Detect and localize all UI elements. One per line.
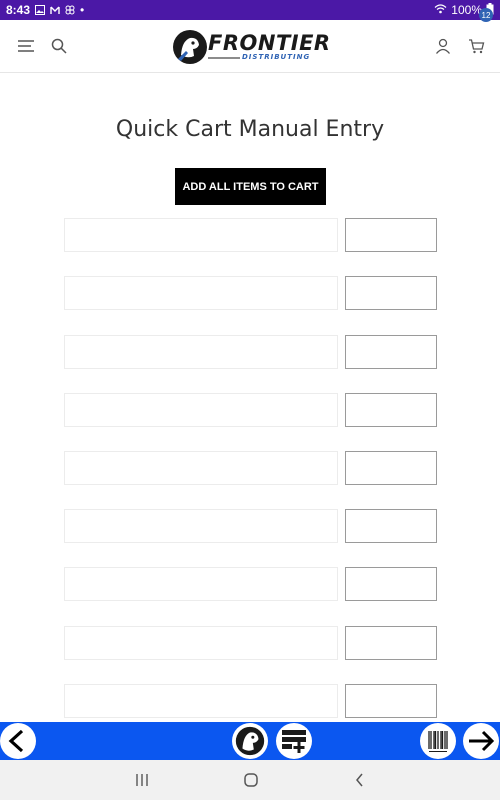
account-button[interactable]: [432, 35, 454, 57]
entry-row: [0, 218, 500, 252]
entry-row: [0, 451, 500, 485]
entry-row: [0, 684, 500, 718]
item-number-input[interactable]: [64, 684, 338, 718]
entry-row: [0, 567, 500, 601]
wifi-icon: [434, 3, 447, 17]
item-number-input[interactable]: [64, 393, 338, 427]
status-left: 8:43 •: [6, 3, 84, 17]
mascot-logo-icon: [173, 30, 207, 64]
quantity-input[interactable]: [345, 276, 437, 310]
quantity-input[interactable]: [345, 393, 437, 427]
mascot-logo-icon: [235, 726, 265, 756]
scan-list-button[interactable]: [276, 723, 312, 759]
barcode-icon: [428, 731, 448, 752]
bottom-toolbar: [0, 722, 500, 760]
entry-row: [0, 509, 500, 543]
search-icon: [51, 38, 67, 54]
back-arrow-button[interactable]: [0, 723, 36, 759]
scan-list-icon: [282, 730, 306, 753]
logo-text: FRONTIER: [208, 31, 331, 55]
page-title: Quick Cart Manual Entry: [115, 117, 385, 142]
cart-icon: [468, 39, 484, 54]
site-header: FRONTIER DISTRIBUTING: [0, 20, 500, 73]
quantity-input[interactable]: [345, 684, 437, 718]
system-back-button[interactable]: [350, 770, 370, 790]
gallery-icon: [35, 5, 46, 15]
quantity-input[interactable]: [345, 451, 437, 485]
menu-icon: [18, 40, 34, 52]
cart-button[interactable]: [465, 35, 487, 57]
cart-count-badge[interactable]: 12: [479, 8, 493, 22]
back-icon: [356, 773, 363, 787]
item-number-input[interactable]: [64, 276, 338, 310]
home-icon: [244, 773, 258, 787]
entry-row: [0, 626, 500, 660]
account-icon: [435, 38, 451, 54]
entry-row: [0, 335, 500, 369]
forward-arrow-icon: [469, 730, 495, 752]
back-arrow-icon: [8, 729, 24, 753]
recent-apps-button[interactable]: [132, 770, 152, 790]
entry-row: [0, 276, 500, 310]
mascot-button[interactable]: [232, 723, 268, 759]
system-nav-bar: [0, 760, 500, 800]
barcode-scan-button[interactable]: [420, 723, 456, 759]
recent-apps-icon: [136, 774, 148, 786]
menu-button[interactable]: [15, 35, 37, 57]
item-number-input[interactable]: [64, 335, 338, 369]
frontier-logo[interactable]: FRONTIER DISTRIBUTING: [172, 27, 330, 67]
logo-subtext: DISTRIBUTING: [242, 53, 311, 61]
status-bar: 8:43 • 100%: [0, 0, 500, 20]
item-number-input[interactable]: [64, 451, 338, 485]
quantity-input[interactable]: [345, 509, 437, 543]
home-button[interactable]: [241, 770, 261, 790]
item-number-input[interactable]: [64, 567, 338, 601]
notification-dot: •: [80, 3, 85, 17]
mail-icon: [50, 5, 60, 15]
item-number-input[interactable]: [64, 218, 338, 252]
quantity-input[interactable]: [345, 218, 437, 252]
forward-arrow-button[interactable]: [463, 723, 499, 759]
quantity-input[interactable]: [345, 567, 437, 601]
add-all-to-cart-button[interactable]: ADD ALL ITEMS TO CART: [175, 168, 326, 205]
status-time: 8:43: [6, 3, 31, 17]
battery-level: 100%: [451, 3, 482, 17]
item-number-input[interactable]: [64, 626, 338, 660]
quantity-input[interactable]: [345, 626, 437, 660]
entry-row: [0, 393, 500, 427]
item-number-input[interactable]: [64, 509, 338, 543]
search-button[interactable]: [48, 35, 70, 57]
app-notification-icon: [65, 5, 75, 15]
quantity-input[interactable]: [345, 335, 437, 369]
